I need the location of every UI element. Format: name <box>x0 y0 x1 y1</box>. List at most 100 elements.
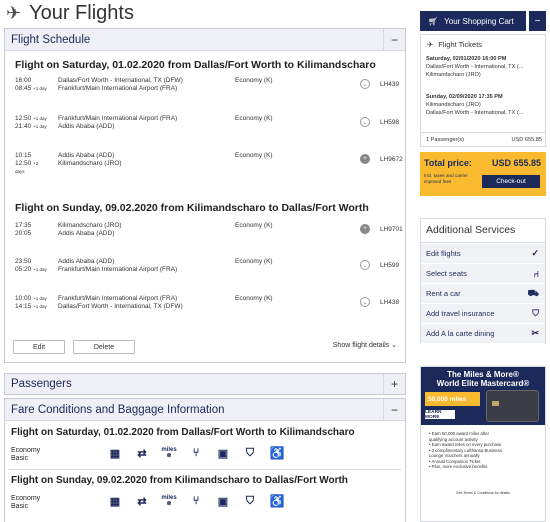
additional-services-title: Additional Services <box>426 224 516 236</box>
cart-icon: 🛒︎ <box>428 16 439 26</box>
service-edit-flights[interactable]: Edit flights ✓ <box>421 244 545 264</box>
booking-class: Economy (K) <box>235 258 273 265</box>
baggage-icon[interactable]: ▣ <box>213 491 233 511</box>
booking-class: Economy (K) <box>235 77 273 84</box>
divider <box>9 469 401 470</box>
miles-icon[interactable]: miles ⊗ <box>159 443 179 463</box>
meal-icon[interactable]: ⑂ <box>186 443 206 463</box>
ad-banner: The Miles & More® World Elite Mastercard®… <box>421 367 545 425</box>
lounge-icon[interactable]: ⛉ <box>240 491 260 511</box>
flight-segment: 17:35 20:05 Kilimandscharo (JRO) Addis Ab… <box>15 222 405 246</box>
departure-time: 23:50 <box>15 258 32 265</box>
ad-bullets: • Earn 50,000 award miles after qualifyi… <box>429 431 502 469</box>
car-icon: ⛟ <box>527 287 539 298</box>
segment-places: Addis Ababa (ADD) Frankfurt/Main Internat… <box>58 258 178 273</box>
passenger-count-row: 1 Passenger(s) USD 655.85 <box>426 137 542 143</box>
fare-conditions-header[interactable]: Fare Conditions and Baggage Information … <box>5 399 405 421</box>
delete-button[interactable]: Delete <box>73 340 135 354</box>
lounge-icon[interactable]: ⛉ <box>240 443 260 463</box>
departure-time: 10:15 <box>15 152 32 159</box>
card-chip-icon <box>492 401 499 406</box>
flight-number: LH439 <box>380 81 400 88</box>
flight-schedule-header[interactable]: Flight Schedule − <box>5 29 405 51</box>
chevron-down-icon[interactable]: ⌄ <box>360 79 370 89</box>
chevron-down-icon[interactable]: ⌄ <box>360 260 370 270</box>
chevron-down-icon[interactable]: ⌄ <box>360 117 370 127</box>
service-a-la-carte-dining[interactable]: Add A la carte dining ✂ <box>421 324 545 344</box>
plus-icon[interactable]: + <box>360 224 370 234</box>
fare-flight-heading: Flight on Saturday, 01.02.2020 from Dall… <box>11 427 355 438</box>
total-price-note: Incl. taxes and carrier imposed fees <box>424 173 468 184</box>
segment-places: Frankfurt/Main International Airport (FR… <box>58 115 178 130</box>
arrival-time: 05:20 +1 day <box>15 266 47 273</box>
fare-class: Economy Basic <box>11 447 41 462</box>
booking-class: Economy (K) <box>235 295 273 302</box>
fare-icons: ▦ ⇄ miles ⊗ ⑂ ▣ ⛉ ♿ <box>105 491 287 511</box>
airplane-icon: ✈ <box>427 40 434 49</box>
checkmark-icon: ✓ <box>531 248 539 258</box>
arrival-time: 14:15 +1 day <box>15 303 47 310</box>
meal-icon[interactable]: ⑂ <box>186 491 206 511</box>
shopping-cart-button[interactable]: 🛒︎ Your Shopping Cart <box>420 11 526 31</box>
departure-time: 16:00 <box>15 77 32 84</box>
segment-places: Addis Ababa (ADD) Kilimandscharo (JRO) <box>58 152 122 167</box>
fare-flight-heading: Flight on Sunday, 09.02.2020 from Kilima… <box>11 475 348 486</box>
flight-schedule-title: Flight Schedule <box>11 33 91 46</box>
checkout-button[interactable]: Check-out <box>482 175 540 188</box>
flight-segment: 23:50 05:20 +1 day Addis Ababa (ADD) Fran… <box>15 258 405 282</box>
service-rent-a-car[interactable]: Rent a car ⛟ <box>421 284 545 304</box>
passengers-header[interactable]: Passengers + <box>5 374 405 394</box>
flight-number: LH9701 <box>380 226 403 233</box>
flight-segment: 12:50 +1 day 21:40 +1 day Frankfurt/Main… <box>15 115 405 139</box>
miles-icon[interactable]: miles ⊗ <box>159 491 179 511</box>
ad-miles-badge: 50,000 miles <box>425 392 480 406</box>
segment-places: Dallas/Fort Worth - International, TX (D… <box>58 77 183 92</box>
fare-conditions-title: Fare Conditions and Baggage Information <box>11 403 225 416</box>
rebooking-icon[interactable]: ⇄ <box>132 491 152 511</box>
accessibility-icon[interactable]: ♿ <box>267 443 287 463</box>
outbound-flight-heading: Flight on Saturday, 01.02.2020 from Dall… <box>15 59 376 71</box>
flight-segment: 10:00 +1 day 14:15 +1 day Frankfurt/Main… <box>15 295 405 319</box>
baggage-icon[interactable]: ▣ <box>213 443 233 463</box>
divider <box>421 132 545 133</box>
additional-services-box: Additional Services Edit flights ✓ Select… <box>420 218 546 344</box>
booking-class: Economy (K) <box>235 115 273 122</box>
seat-icon: ⑁ <box>533 268 539 279</box>
ad-fine-print: See Terms & Conditions for details <box>456 491 510 495</box>
flight-number: LH599 <box>380 262 400 269</box>
show-flight-details-link[interactable]: Show flight details ⌄ <box>333 341 397 349</box>
learn-more-button[interactable]: LEARN MORE <box>425 410 455 420</box>
flight-tickets-heading: ✈ Flight Tickets <box>427 40 483 49</box>
mastercard-ad[interactable]: The Miles & More® World Elite Mastercard®… <box>420 366 546 522</box>
flight-tickets-box: ✈ Flight Tickets Saturday, 02/01/2020 16… <box>420 34 546 147</box>
dining-icon: ✂ <box>531 328 539 338</box>
expand-icon[interactable]: + <box>383 374 405 394</box>
plus-icon[interactable]: + <box>360 154 370 164</box>
service-select-seats[interactable]: Select seats ⑁ <box>421 264 545 284</box>
seat-reservation-icon[interactable]: ▦ <box>105 491 125 511</box>
rebooking-icon[interactable]: ⇄ <box>132 443 152 463</box>
collapse-icon[interactable]: − <box>383 29 405 50</box>
credit-card-image <box>486 390 539 422</box>
flight-segment: 16:00 08:45 +1 day Dallas/Fort Worth - I… <box>15 77 405 101</box>
accessibility-icon[interactable]: ♿ <box>267 491 287 511</box>
total-price-value: USD 655.85 <box>491 158 541 168</box>
departure-time: 10:00 +1 day <box>15 295 47 302</box>
shopping-cart-label: Your Shopping Cart <box>444 16 514 26</box>
collapse-icon[interactable]: − <box>383 399 405 420</box>
flight-schedule-panel: Flight Schedule − Flight on Saturday, 01… <box>4 28 406 363</box>
flight-number: LH438 <box>380 299 400 306</box>
fare-icons: ▦ ⇄ miles ⊗ ⑂ ▣ ⛉ ♿ <box>105 443 287 463</box>
page-header: ✈ Your Flights <box>6 2 134 24</box>
airplane-icon: ✈ <box>6 2 22 23</box>
cart-collapse-button[interactable]: − <box>529 11 546 31</box>
seat-reservation-icon[interactable]: ▦ <box>105 443 125 463</box>
edit-button[interactable]: Edit <box>13 340 65 354</box>
flight-number: LH598 <box>380 119 400 126</box>
arrival-time: 21:40 +1 day <box>15 123 47 130</box>
service-travel-insurance[interactable]: Add travel insurance ⛉ <box>421 304 545 324</box>
arrival-time: 12:50 +2 days <box>15 160 39 174</box>
main-content: ✈ Your Flights Flight Schedule − Flight … <box>0 0 410 522</box>
arrival-time: 08:45 +1 day <box>15 85 47 92</box>
chevron-down-icon[interactable]: ⌄ <box>360 297 370 307</box>
